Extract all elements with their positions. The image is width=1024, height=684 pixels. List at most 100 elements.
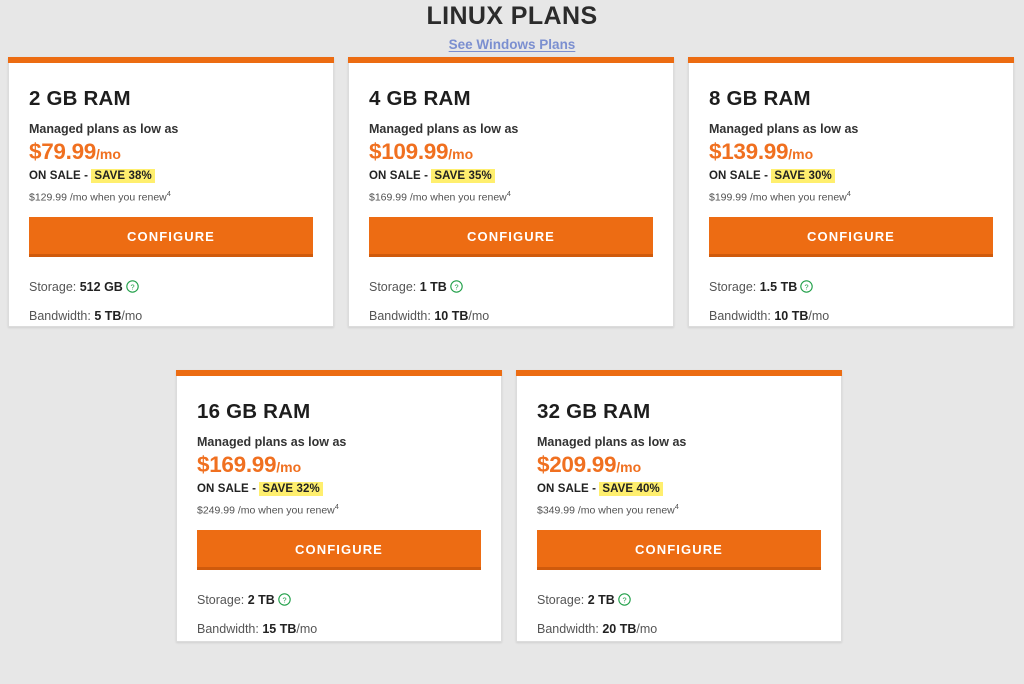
storage-value: 512 GB [80, 280, 123, 294]
plan-renew-note: $199.99 /mo when you renew4 [709, 187, 993, 205]
renew-footnote-marker: 4 [507, 189, 511, 198]
plan-price: $79.99/mo [29, 139, 313, 168]
svg-text:?: ? [622, 595, 626, 604]
spec-bandwidth: Bandwidth: 20 TB/mo [537, 621, 821, 637]
help-circle-icon[interactable]: ? [800, 280, 813, 297]
renew-text: $129.99 /mo when you renew [29, 192, 167, 204]
storage-label: Storage: [537, 593, 588, 607]
spec-bandwidth: Bandwidth: 15 TB/mo [197, 621, 481, 637]
card-accent-bar [348, 57, 674, 63]
bandwidth-suffix: /mo [468, 309, 489, 323]
renew-text: $169.99 /mo when you renew [369, 192, 507, 204]
card-accent-bar [688, 57, 1014, 63]
storage-label: Storage: [29, 280, 80, 294]
bandwidth-suffix: /mo [121, 309, 142, 323]
bandwidth-value: 10 TB [774, 309, 808, 323]
plan-sale-line: ON SALE - SAVE 35% [369, 169, 653, 184]
bandwidth-label: Bandwidth: [197, 622, 262, 636]
help-circle-icon[interactable]: ? [278, 593, 291, 610]
plan-lead-in: Managed plans as low as [197, 435, 481, 450]
configure-button-3[interactable]: CONFIGURE [197, 530, 481, 570]
plan-ram-title: 8 GB RAM [709, 87, 993, 111]
plan-price-period: /mo [788, 146, 813, 162]
plan-renew-note: $169.99 /mo when you renew4 [369, 187, 653, 205]
help-circle-icon[interactable]: ? [450, 280, 463, 297]
bandwidth-value: 20 TB [602, 622, 636, 636]
plan-price-period: /mo [448, 146, 473, 162]
plan-price: $209.99/mo [537, 452, 821, 481]
bandwidth-suffix: /mo [808, 309, 829, 323]
storage-value: 2 TB [588, 593, 615, 607]
spec-storage: Storage: 1.5 TB? [709, 279, 993, 297]
plan-lead-in: Managed plans as low as [369, 122, 653, 137]
renew-footnote-marker: 4 [167, 189, 171, 198]
plan-card-1: 4 GB RAM Managed plans as low as $109.99… [348, 57, 674, 327]
help-circle-icon[interactable]: ? [126, 280, 139, 297]
plan-specs: Storage: 2 TB? Bandwidth: 15 TB/mo [197, 592, 481, 637]
configure-button-1[interactable]: CONFIGURE [369, 217, 653, 257]
plan-card-0: 2 GB RAM Managed plans as low as $79.99/… [8, 57, 334, 327]
plan-price-period: /mo [616, 459, 641, 475]
storage-value: 2 TB [248, 593, 275, 607]
plan-lead-in: Managed plans as low as [537, 435, 821, 450]
spec-bandwidth: Bandwidth: 10 TB/mo [369, 308, 653, 324]
storage-value: 1.5 TB [760, 280, 798, 294]
renew-text: $349.99 /mo when you renew [537, 505, 675, 517]
plan-price-period: /mo [96, 146, 121, 162]
save-badge: SAVE 38% [91, 169, 154, 183]
plan-specs: Storage: 512 GB? Bandwidth: 5 TB/mo [29, 279, 313, 324]
bandwidth-value: 5 TB [94, 309, 121, 323]
plan-lead-in: Managed plans as low as [709, 122, 993, 137]
plan-card-3: 16 GB RAM Managed plans as low as $169.9… [176, 370, 502, 642]
bandwidth-label: Bandwidth: [29, 309, 94, 323]
plan-ram-title: 2 GB RAM [29, 87, 313, 111]
spec-bandwidth: Bandwidth: 5 TB/mo [29, 308, 313, 324]
card-accent-bar [516, 370, 842, 376]
plan-price-amount: $79.99 [29, 139, 96, 164]
storage-label: Storage: [709, 280, 760, 294]
plan-price-amount: $169.99 [197, 452, 276, 477]
plan-sale-line: ON SALE - SAVE 32% [197, 482, 481, 497]
plan-card-4: 32 GB RAM Managed plans as low as $209.9… [516, 370, 842, 642]
bandwidth-label: Bandwidth: [537, 622, 602, 636]
plan-lead-in: Managed plans as low as [29, 122, 313, 137]
bandwidth-label: Bandwidth: [709, 309, 774, 323]
plan-row-top: 2 GB RAM Managed plans as low as $79.99/… [8, 57, 1016, 327]
configure-button-4[interactable]: CONFIGURE [537, 530, 821, 570]
plan-ram-title: 4 GB RAM [369, 87, 653, 111]
storage-label: Storage: [197, 593, 248, 607]
plan-price-amount: $209.99 [537, 452, 616, 477]
card-accent-bar [176, 370, 502, 376]
svg-text:?: ? [805, 282, 809, 291]
plan-specs: Storage: 1 TB? Bandwidth: 10 TB/mo [369, 279, 653, 324]
on-sale-prefix: ON SALE - [197, 483, 259, 495]
svg-text:?: ? [130, 282, 134, 291]
configure-button-0[interactable]: CONFIGURE [29, 217, 313, 257]
page-header: LINUX PLANS See Windows Plans [0, 0, 1024, 54]
plan-ram-title: 16 GB RAM [197, 400, 481, 424]
plan-specs: Storage: 2 TB? Bandwidth: 20 TB/mo [537, 592, 821, 637]
spec-storage: Storage: 512 GB? [29, 279, 313, 297]
renew-text: $249.99 /mo when you renew [197, 505, 335, 517]
plan-card-2: 8 GB RAM Managed plans as low as $139.99… [688, 57, 1014, 327]
bandwidth-suffix: /mo [636, 622, 657, 636]
on-sale-prefix: ON SALE - [29, 170, 91, 182]
on-sale-prefix: ON SALE - [537, 483, 599, 495]
on-sale-prefix: ON SALE - [709, 170, 771, 182]
plan-row-bottom: 16 GB RAM Managed plans as low as $169.9… [176, 370, 842, 642]
see-windows-plans-link[interactable]: See Windows Plans [449, 37, 576, 53]
configure-button-2[interactable]: CONFIGURE [709, 217, 993, 257]
help-circle-icon[interactable]: ? [618, 593, 631, 610]
spec-storage: Storage: 2 TB? [537, 592, 821, 610]
svg-text:?: ? [454, 282, 458, 291]
save-badge: SAVE 40% [599, 482, 662, 496]
renew-text: $199.99 /mo when you renew [709, 192, 847, 204]
plan-renew-note: $129.99 /mo when you renew4 [29, 187, 313, 205]
storage-label: Storage: [369, 280, 420, 294]
plan-price: $169.99/mo [197, 452, 481, 481]
plan-price-period: /mo [276, 459, 301, 475]
save-badge: SAVE 30% [771, 169, 834, 183]
plan-price-amount: $109.99 [369, 139, 448, 164]
plan-sale-line: ON SALE - SAVE 40% [537, 482, 821, 497]
plan-price: $109.99/mo [369, 139, 653, 168]
